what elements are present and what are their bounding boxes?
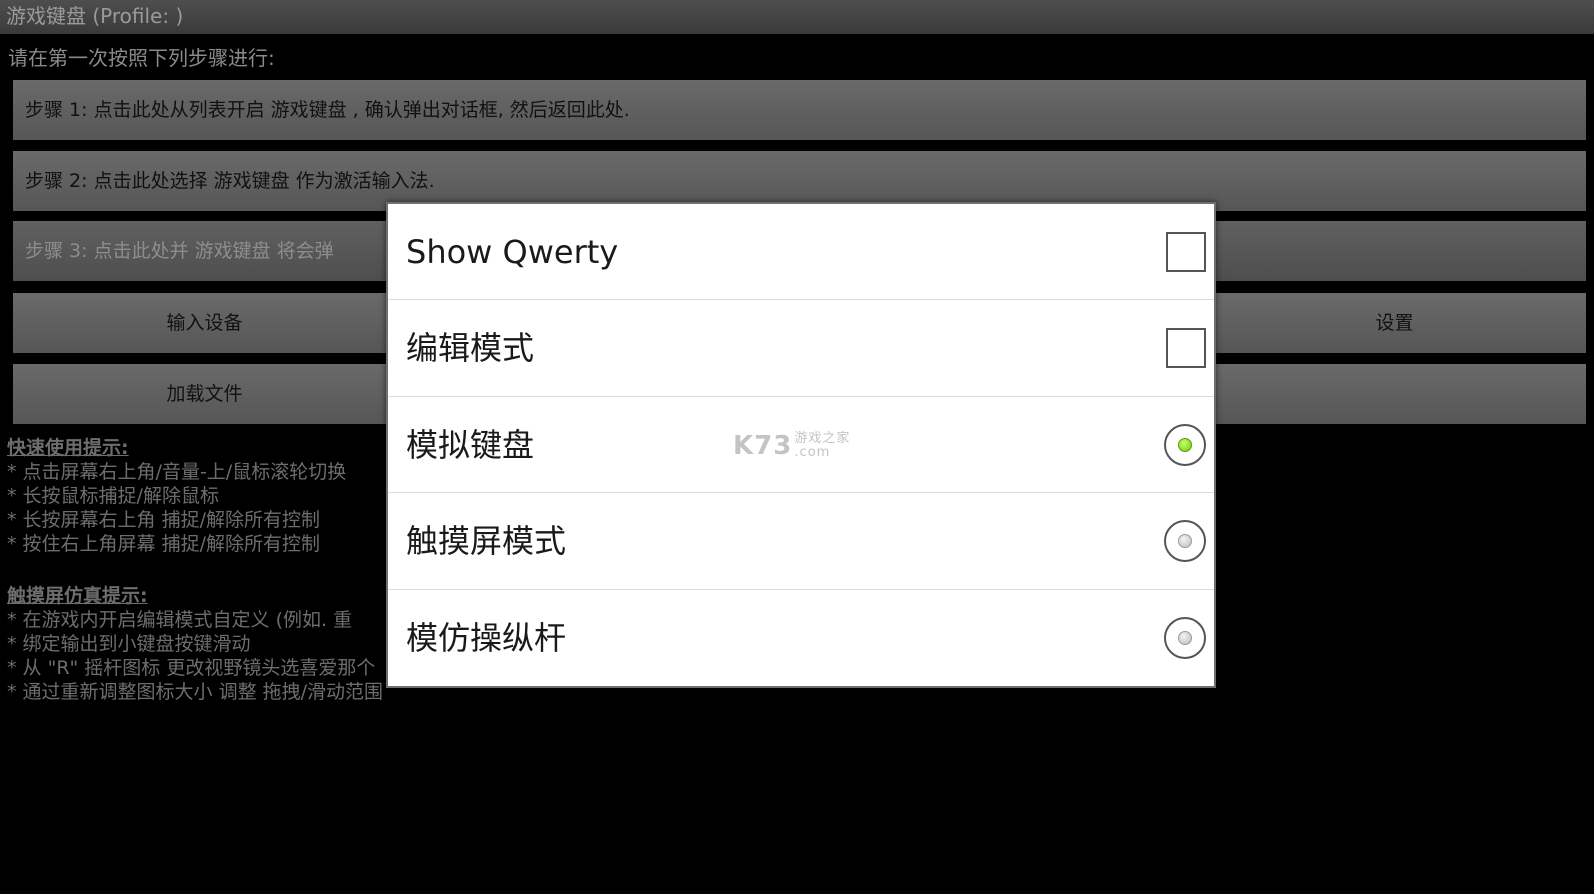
app-title: 游戏键盘 (Profile: ): [6, 4, 184, 28]
input-device-button[interactable]: 输入设备: [13, 293, 396, 353]
quick-tips-heading: 快速使用提示:: [7, 437, 129, 459]
touch-tips: 触摸屏仿真提示: * 在游戏内开启编辑模式自定义 (例如. 重 * 绑定输出到小…: [7, 584, 383, 704]
option-emulate-keyboard[interactable]: 模拟键盘 K73 游戏之家 .com: [388, 397, 1214, 494]
touch-tip-item: * 绑定输出到小键盘按键滑动: [7, 633, 251, 655]
watermark-main: K73: [733, 430, 793, 461]
blank-button[interactable]: [1203, 364, 1586, 424]
quick-tip-item: * 长按鼠标捕捉/解除鼠标: [7, 485, 219, 507]
touch-tip-item: * 在游戏内开启编辑模式自定义 (例如. 重: [7, 609, 353, 631]
radio-selected-dot: [1178, 437, 1192, 452]
load-file-button[interactable]: 加载文件: [13, 364, 396, 424]
option-edit-mode[interactable]: 编辑模式: [388, 300, 1214, 397]
radio-dot: [1178, 534, 1192, 549]
option-joystick-emulation[interactable]: 模仿操纵杆: [388, 590, 1214, 686]
touch-tip-item: * 通过重新调整图标大小 调整 拖拽/滑动范围: [7, 681, 384, 703]
option-label: 触摸屏模式: [406, 522, 567, 561]
option-label: 模拟键盘: [406, 425, 535, 464]
watermark-sub: 游戏之家 .com: [794, 432, 850, 460]
option-touchscreen-mode[interactable]: 触摸屏模式: [388, 493, 1214, 590]
touch-tip-item: * 从 "R" 摇杆图标 更改视野镜头选喜爱那个: [7, 657, 376, 679]
title-bar: 游戏键盘 (Profile: ): [0, 0, 1594, 34]
settings-button[interactable]: 设置: [1203, 293, 1586, 353]
show-qwerty-checkbox[interactable]: [1166, 232, 1206, 272]
watermark-sub2: .com: [794, 445, 831, 461]
watermark-sub1: 游戏之家: [794, 431, 851, 447]
touchscreen-mode-radio[interactable]: [1164, 520, 1206, 563]
option-label: 模仿操纵杆: [406, 618, 567, 657]
option-show-qwerty[interactable]: Show Qwerty: [388, 204, 1214, 301]
option-label: Show Qwerty: [406, 233, 619, 271]
emulate-keyboard-radio[interactable]: [1164, 423, 1206, 466]
quick-tip-item: * 点击屏幕右上角/音量-上/鼠标滚轮切换: [7, 461, 347, 483]
quick-tip-item: * 按住右上角屏幕 捕捉/解除所有控制: [7, 533, 320, 555]
joystick-emulation-radio[interactable]: [1164, 616, 1206, 659]
option-label: 编辑模式: [406, 329, 535, 368]
radio-dot: [1178, 630, 1192, 645]
quick-tips: 快速使用提示: * 点击屏幕右上角/音量-上/鼠标滚轮切换 * 长按鼠标捕捉/解…: [7, 436, 346, 556]
edit-mode-checkbox[interactable]: [1166, 328, 1206, 369]
watermark-logo: K73 游戏之家 .com: [733, 431, 850, 461]
mode-dialog: Show Qwerty 编辑模式 模拟键盘 K73 游戏之家 .com 触摸屏模式 …: [386, 202, 1216, 688]
app-root: 游戏键盘 (Profile: ) 请在第一次按照下列步骤进行: 步骤 1: 点击…: [0, 0, 1594, 894]
touch-tips-heading: 触摸屏仿真提示:: [7, 585, 148, 607]
step-1-button[interactable]: 步骤 1: 点击此处从列表开启 游戏键盘 , 确认弹出对话框, 然后返回此处.: [13, 80, 1586, 140]
instructions-text: 请在第一次按照下列步骤进行:: [8, 46, 275, 70]
quick-tip-item: * 长按屏幕右上角 捕捉/解除所有控制: [7, 509, 320, 531]
